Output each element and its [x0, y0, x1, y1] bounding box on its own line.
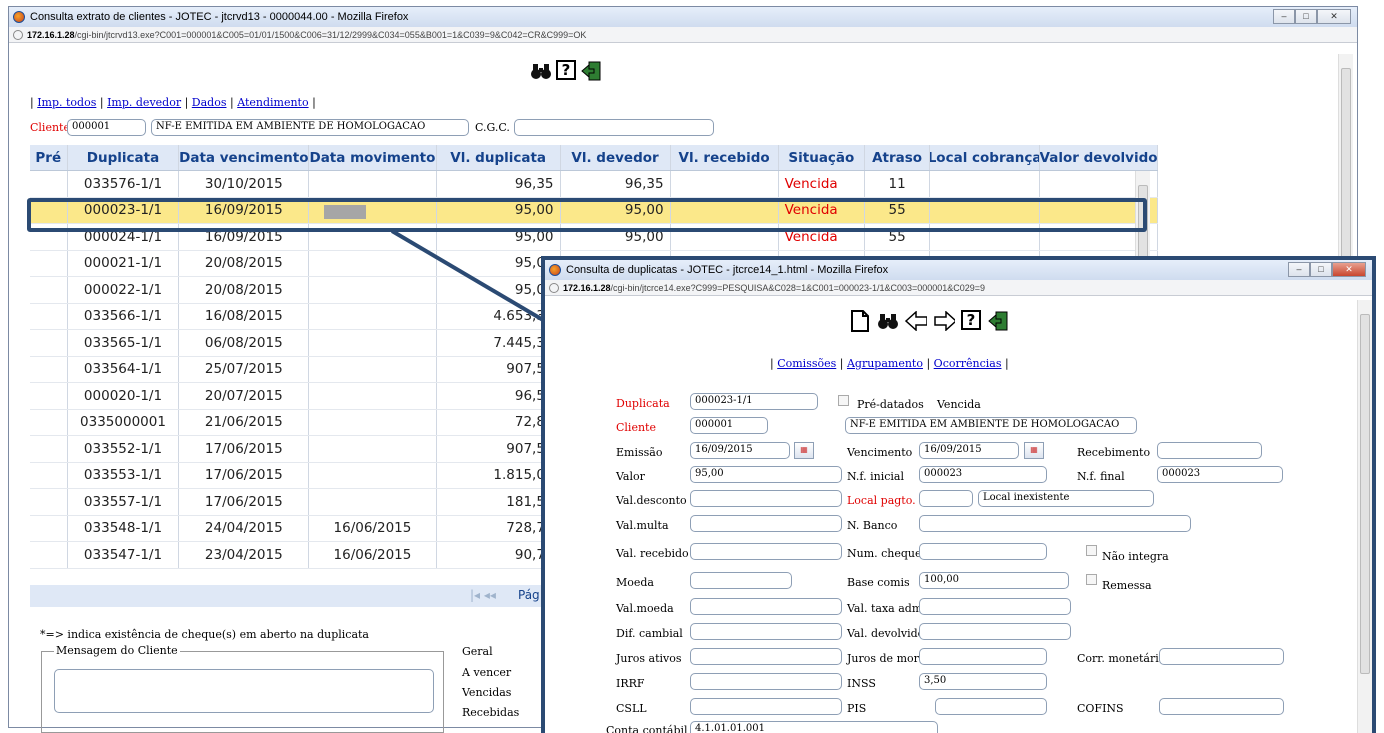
val-devolvido-label: Val. devolvido — [847, 627, 925, 640]
vencimento-input[interactable]: 16/09/2015 — [919, 442, 1019, 459]
detail-toolbar: ? — [849, 310, 1009, 332]
arrow-left-icon[interactable] — [905, 310, 927, 332]
val-moeda-input[interactable] — [690, 598, 842, 615]
pis-label: PIS — [847, 702, 867, 715]
recebimento-input[interactable] — [1157, 442, 1262, 459]
nao-integra-label: Não integra — [1102, 550, 1169, 563]
dif-cambial-input[interactable] — [690, 623, 842, 640]
situacao-text: Vencida — [937, 398, 981, 411]
inss-input[interactable]: 3,50 — [919, 673, 1047, 690]
exit-icon[interactable] — [987, 310, 1009, 332]
link-ocorrencias[interactable]: Ocorrências — [934, 357, 1002, 370]
pre-datados-checkbox[interactable] — [838, 395, 849, 406]
remessa-label: Remessa — [1102, 579, 1152, 592]
duplicata-input[interactable]: 000023-1/1 — [690, 393, 818, 410]
conta-contabil-label: Conta contábil — [606, 724, 688, 733]
emissao-calendar-icon[interactable]: ▦ — [794, 442, 814, 459]
cliente-detail-label: Cliente — [616, 421, 656, 434]
remessa-checkbox[interactable] — [1086, 574, 1097, 585]
nao-integra-checkbox[interactable] — [1086, 545, 1097, 556]
n-banco-label: N. Banco — [847, 519, 898, 532]
corr-monetaria-label: Corr. monetária — [1077, 652, 1166, 665]
detail-window-title: Consulta de duplicatas - JOTEC - jtcrce1… — [566, 264, 889, 276]
cliente-detail-input[interactable]: 000001 — [690, 417, 768, 434]
detail-url-bar[interactable]: 172.16.1.28/cgi-bin/jtcrce14.exe?C999=PE… — [545, 280, 1372, 296]
base-comis-label: Base comis — [847, 576, 910, 589]
detail-url-path: /cgi-bin/jtcrce14.exe?C999=PESQUISA&C028… — [610, 282, 986, 293]
juros-ativos-input[interactable] — [690, 648, 842, 665]
val-multa-label: Val.multa — [616, 519, 669, 532]
nf-final-input[interactable]: 000023 — [1157, 466, 1283, 483]
nf-final-label: N.f. final — [1077, 470, 1125, 483]
dif-cambial-label: Dif. cambial — [616, 627, 683, 640]
vencimento-label: Vencimento — [847, 446, 913, 459]
val-recebido-label: Val. recebido — [616, 547, 689, 560]
num-cheque-input[interactable] — [919, 543, 1047, 560]
csll-input[interactable] — [690, 698, 842, 715]
duplicata-label: Duplicata — [616, 397, 670, 410]
detail-minimize-button[interactable]: – — [1288, 262, 1310, 277]
moeda-input[interactable] — [690, 572, 792, 589]
recebimento-label: Recebimento — [1077, 446, 1151, 459]
juros-mora-input[interactable] — [919, 648, 1047, 665]
base-comis-input[interactable]: 100,00 — [919, 572, 1069, 589]
conta-contabil-input[interactable]: 4.1.01.01.001 — [690, 721, 938, 733]
nf-inicial-label: N.f. inicial — [847, 470, 904, 483]
firefox-icon — [549, 264, 561, 276]
val-taxa-adm-label: Val. taxa adm — [847, 602, 923, 615]
val-desconto-input[interactable] — [690, 490, 842, 507]
n-banco-input[interactable] — [919, 515, 1191, 532]
emissao-input[interactable]: 16/09/2015 — [690, 442, 790, 459]
detail-maximize-button[interactable]: □ — [1310, 262, 1332, 277]
val-taxa-adm-input[interactable] — [919, 598, 1071, 615]
val-moeda-label: Val.moeda — [616, 602, 674, 615]
val-devolvido-input[interactable] — [919, 623, 1071, 640]
juros-mora-label: Juros de mora — [847, 652, 926, 665]
csll-label: CSLL — [616, 702, 647, 715]
cofins-label: COFINS — [1077, 702, 1124, 715]
new-document-icon[interactable] — [849, 310, 871, 332]
juros-ativos-label: Juros ativos — [616, 652, 682, 665]
detail-scroll-thumb[interactable] — [1360, 314, 1370, 674]
link-agrupamento[interactable]: Agrupamento — [847, 357, 923, 370]
pis-input[interactable] — [935, 698, 1047, 715]
val-desconto-label: Val.desconto — [616, 494, 687, 507]
inss-label: INSS — [847, 677, 876, 690]
val-recebido-input[interactable] — [690, 543, 842, 560]
link-comissoes[interactable]: Comissões — [777, 357, 836, 370]
valor-label: Valor — [616, 470, 645, 483]
corr-monetaria-input[interactable] — [1159, 648, 1284, 665]
emissao-label: Emissão — [616, 446, 663, 459]
detail-scrollbar[interactable] — [1357, 300, 1372, 733]
num-cheque-label: Num. cheque — [847, 547, 922, 560]
irrf-input[interactable] — [690, 673, 842, 690]
detail-titlebar: Consulta de duplicatas - JOTEC - jtcrce1… — [545, 260, 1372, 280]
arrow-right-icon[interactable] — [933, 310, 955, 332]
cofins-input[interactable] — [1159, 698, 1284, 715]
pre-datados-label: Pré-datados — [857, 398, 924, 411]
irrf-label: IRRF — [616, 677, 645, 690]
local-pagto-code-input[interactable] — [919, 490, 973, 507]
local-pagto-label: Local pagto. — [847, 494, 916, 507]
vencimento-calendar-icon[interactable]: ▦ — [1024, 442, 1044, 459]
val-multa-input[interactable] — [690, 515, 842, 532]
valor-input[interactable]: 95,00 — [690, 466, 842, 483]
nf-inicial-input[interactable]: 000023 — [919, 466, 1047, 483]
detail-close-button[interactable]: ✕ — [1332, 262, 1366, 277]
binoculars-icon[interactable] — [877, 310, 899, 332]
detail-links: | Comissões | Agrupamento | Ocorrências … — [770, 357, 1009, 370]
local-pagto-desc-input[interactable]: Local inexistente — [978, 490, 1154, 507]
cliente-nome-input[interactable]: NF-E EMITIDA EM AMBIENTE DE HOMOLOGACAO — [845, 417, 1137, 434]
globe-icon — [549, 282, 559, 293]
help-icon[interactable]: ? — [961, 310, 981, 330]
moeda-label: Moeda — [616, 576, 654, 589]
detail-url-host: 172.16.1.28 — [563, 282, 611, 293]
